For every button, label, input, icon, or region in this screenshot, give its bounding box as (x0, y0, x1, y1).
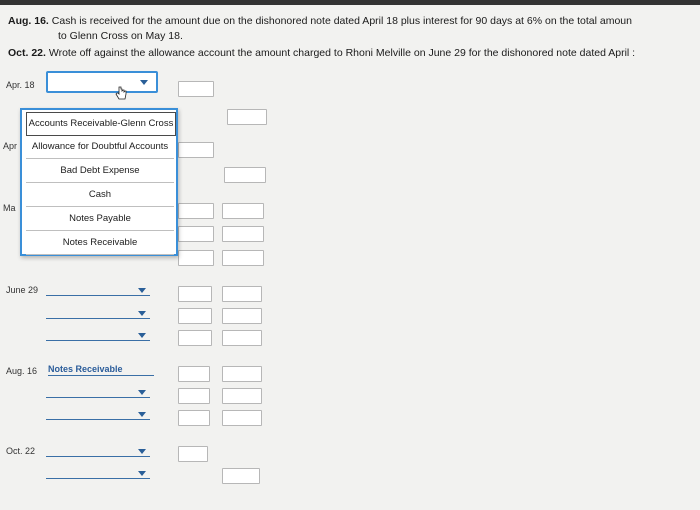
instruction-oct22: Oct. 22. Wrote off against the allowance… (8, 46, 635, 60)
credit-field-aug16-row2[interactable] (222, 388, 262, 404)
account-select-apr18[interactable] (46, 71, 158, 93)
credit-field-aug16-row3[interactable] (222, 410, 262, 426)
dropdown-option-allowance-doubtful[interactable]: Allowance for Doubtful Accounts (26, 136, 174, 159)
chevron-down-icon (138, 471, 146, 476)
debit-field-apr18[interactable] (178, 81, 214, 97)
chevron-down-icon (138, 390, 146, 395)
instruction-oct22-label: Oct. 22. (8, 47, 46, 59)
account-select-aug16-row2[interactable] (46, 387, 150, 398)
entry-date-apr-partial: Apr (3, 141, 18, 151)
credit-field-may-row3[interactable] (222, 250, 264, 266)
dropdown-option-notes-payable[interactable]: Notes Payable (26, 208, 174, 231)
account-dropdown-menu: Accounts Receivable-Glenn Cross Allowanc… (20, 108, 178, 256)
account-select-oct22-row1[interactable] (46, 446, 150, 457)
dropdown-option-accounts-receivable[interactable]: Accounts Receivable-Glenn Cross (26, 112, 176, 136)
credit-field-apr18[interactable] (227, 109, 267, 125)
instruction-aug16-continued: to Glenn Cross on May 18. (58, 30, 183, 42)
debit-field-oct22-row1[interactable] (178, 446, 208, 462)
instruction-oct22-text: Wrote off against the allowance account … (48, 47, 636, 59)
chevron-down-icon (140, 80, 148, 85)
account-select-june29-row2[interactable] (46, 308, 150, 319)
chevron-down-icon (138, 288, 146, 293)
account-select-june29-row3[interactable] (46, 330, 150, 341)
chevron-down-icon (138, 333, 146, 338)
debit-field-apr-row2[interactable] (178, 142, 214, 158)
instruction-aug16-label: Aug. 16. (8, 15, 49, 27)
entry-date-may-partial: Ma (3, 203, 16, 213)
chevron-down-icon (138, 311, 146, 316)
entry-date-oct22: Oct. 22 (6, 446, 36, 456)
credit-field-apr-row2[interactable] (224, 167, 266, 183)
window-top-bar (0, 0, 700, 5)
credit-field-aug16-row1[interactable] (222, 366, 262, 382)
account-select-aug16-row1[interactable]: Notes Receivable (48, 364, 154, 376)
instruction-aug16: Aug. 16. Cash is received for the amount… (8, 14, 632, 28)
credit-field-oct22-row2[interactable] (222, 468, 260, 484)
dropdown-option-bad-debt-expense[interactable]: Bad Debt Expense (26, 160, 174, 183)
hand-cursor-icon (115, 86, 127, 100)
chevron-down-icon (138, 412, 146, 417)
credit-field-may-row1[interactable] (222, 203, 264, 219)
debit-field-june29-row3[interactable] (178, 330, 212, 346)
credit-field-june29-row1[interactable] (222, 286, 262, 302)
debit-field-aug16-row2[interactable] (178, 388, 210, 404)
account-select-aug16-row3[interactable] (46, 409, 150, 420)
debit-field-june29-row1[interactable] (178, 286, 212, 302)
account-select-oct22-row2[interactable] (46, 468, 150, 479)
credit-field-may-row2[interactable] (222, 226, 264, 242)
chevron-down-icon (138, 449, 146, 454)
debit-field-may-row1[interactable] (178, 203, 214, 219)
debit-field-june29-row2[interactable] (178, 308, 212, 324)
debit-field-aug16-row3[interactable] (178, 410, 210, 426)
instruction-aug16-text: Cash is received for the amount due on t… (51, 15, 632, 27)
dropdown-option-notes-receivable[interactable]: Notes Receivable (26, 232, 174, 255)
debit-field-may-row3[interactable] (178, 250, 214, 266)
dropdown-option-cash[interactable]: Cash (26, 184, 174, 207)
entry-date-june29: June 29 (6, 285, 39, 295)
credit-field-june29-row3[interactable] (222, 330, 262, 346)
credit-field-june29-row2[interactable] (222, 308, 262, 324)
entry-date-apr18: Apr. 18 (6, 80, 35, 90)
debit-field-may-row2[interactable] (178, 226, 214, 242)
account-select-june29-row1[interactable] (46, 285, 150, 296)
debit-field-aug16-row1[interactable] (178, 366, 210, 382)
entry-date-aug16: Aug. 16 (6, 366, 38, 376)
